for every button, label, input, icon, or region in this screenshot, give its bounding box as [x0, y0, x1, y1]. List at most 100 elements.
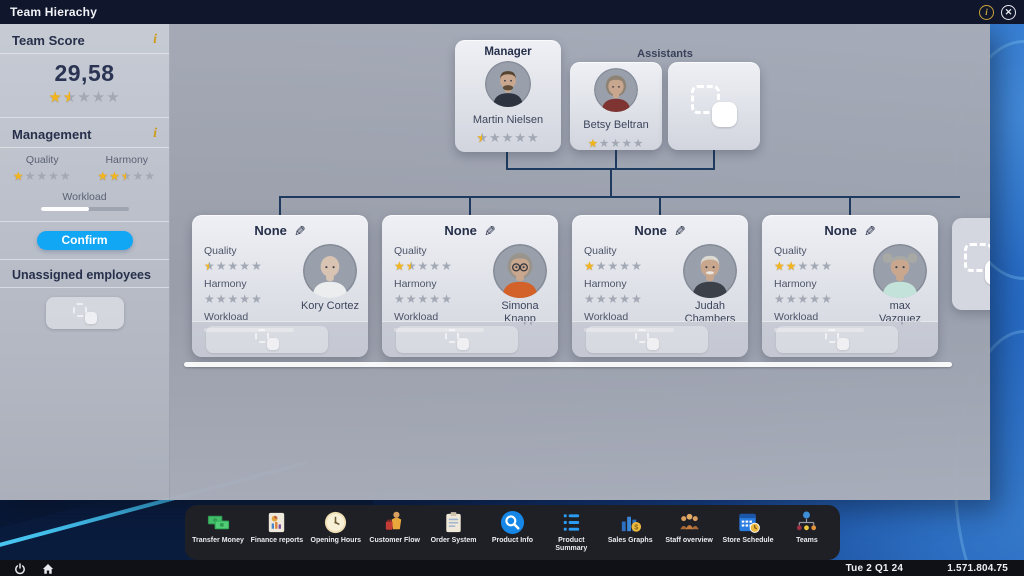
horizontal-scrollbar[interactable]: [184, 362, 952, 367]
taskbar-item-product-info[interactable]: Product Info: [483, 510, 541, 545]
employee-avatar[interactable]: [303, 244, 357, 298]
connector-line: [615, 150, 617, 169]
management-heading: Management: [12, 127, 91, 142]
team-drop-zone[interactable]: [776, 326, 898, 353]
team-card-footer: [382, 321, 558, 357]
game-date: Tue 2 Q1 24: [846, 563, 904, 574]
drag-drop-icon: [825, 329, 849, 350]
connector-line: [469, 196, 471, 215]
sales-graphs-icon: $: [618, 510, 643, 535]
quality-stars: ★★★★★★★★★★: [774, 260, 833, 272]
team-hierarchy-panel: Team Score i 29,58 ★★★★★★★★★★ Management…: [0, 24, 990, 500]
new-team-drop-slot[interactable]: [952, 218, 990, 310]
taskbar-item-transfer-money[interactable]: Transfer Money: [189, 510, 247, 545]
harmony-stars: ★★★★★★★★★★: [774, 293, 833, 305]
employee-avatar[interactable]: [493, 244, 547, 298]
edit-team-name-icon[interactable]: ✎: [484, 224, 496, 238]
connector-line: [849, 196, 851, 215]
unassigned-drop-zone[interactable]: [46, 297, 124, 329]
unassigned-heading: Unassigned employees: [12, 268, 151, 282]
drag-drop-icon: [73, 303, 97, 324]
taskbar-item-opening-hours[interactable]: Opening Hours: [307, 510, 365, 545]
harmony-label: Harmony: [394, 278, 490, 290]
team-score-value: 29,58: [0, 60, 169, 87]
assistant-avatar[interactable]: [594, 68, 638, 112]
team-drop-zone[interactable]: [206, 326, 328, 353]
employee-avatar[interactable]: [873, 244, 927, 298]
quality-stars: ★★★★★★★★★★: [13, 170, 72, 182]
team-name: None: [824, 223, 857, 238]
assistant-card[interactable]: Betsy Beltran ★★★★★★★★★★: [570, 62, 662, 150]
harmony-stars: ★★★★★★★★★★: [204, 293, 263, 305]
taskbar-item-teams[interactable]: Teams: [778, 510, 836, 545]
team-name: None: [254, 223, 287, 238]
info-icon[interactable]: i: [979, 5, 994, 20]
manager-stars: ★★★★★★★★★★: [476, 131, 539, 144]
taskbar-item-store-schedule[interactable]: Store Schedule: [719, 510, 777, 545]
team-score-section: Team Score i 29,58 ★★★★★★★★★★: [0, 24, 169, 118]
team-name: None: [444, 223, 477, 238]
close-icon[interactable]: ✕: [1001, 5, 1016, 20]
assistant-empty-slot[interactable]: [668, 62, 760, 150]
manager-card[interactable]: Manager Martin Nielsen ★★★★★★★★★★: [455, 40, 561, 152]
management-info-icon[interactable]: i: [153, 126, 157, 142]
drag-drop-icon: [635, 329, 659, 350]
os-statusbar: Tue 2 Q1 24 1.571.804.75: [0, 560, 1024, 576]
drag-drop-icon: [445, 329, 469, 350]
money-balance: 1.571.804.75: [947, 563, 1008, 574]
connector-line: [659, 196, 661, 215]
finance-reports-icon: [264, 510, 289, 535]
drag-drop-icon: [691, 85, 737, 127]
taskbar-item-customer-flow[interactable]: Customer Flow: [366, 510, 424, 545]
staff-overview-icon: [677, 510, 702, 535]
unassigned-section: Unassigned employees: [0, 260, 169, 329]
quality-label: Quality: [0, 154, 85, 166]
quality-stars: ★★★★★★★★★★: [584, 260, 643, 272]
confirm-section: Confirm: [0, 222, 169, 260]
sidebar: Team Score i 29,58 ★★★★★★★★★★ Management…: [0, 24, 170, 500]
teams-icon: [794, 510, 819, 535]
manager-name: Martin Nielsen: [455, 114, 561, 127]
connector-line: [279, 196, 960, 198]
taskbar-item-product-summary[interactable]: Product Summary: [542, 510, 600, 554]
quality-label: Quality: [584, 245, 680, 257]
org-chart-area: Manager Martin Nielsen ★★★★★★★★★★ Assist…: [170, 24, 990, 500]
edit-team-name-icon[interactable]: ✎: [864, 224, 876, 238]
management-section: Management i Quality ★★★★★★★★★★ Harmony …: [0, 118, 169, 222]
team-score-info-icon[interactable]: i: [153, 32, 157, 48]
home-icon[interactable]: [42, 562, 54, 574]
team-card[interactable]: None ✎ Quality ★★★★★★★★★★ Harmony ★★★★★★…: [572, 215, 748, 357]
drag-drop-icon: [255, 329, 279, 350]
confirm-button[interactable]: Confirm: [37, 231, 133, 250]
team-name: None: [634, 223, 667, 238]
edit-team-name-icon[interactable]: ✎: [674, 224, 686, 238]
employee-name: Kory Cortez: [301, 300, 359, 313]
customer-flow-icon: [382, 510, 407, 535]
team-card[interactable]: None ✎ Quality ★★★★★★★★★★ Harmony ★★★★★★…: [382, 215, 558, 357]
team-drop-zone[interactable]: [586, 326, 708, 353]
harmony-stars: ★★★★★★★★★★: [394, 293, 453, 305]
assistant-name: Betsy Beltran: [570, 119, 662, 132]
svg-text:$: $: [634, 522, 638, 531]
edit-team-name-icon[interactable]: ✎: [294, 224, 306, 238]
order-system-icon: [441, 510, 466, 535]
team-drop-zone[interactable]: [396, 326, 518, 353]
harmony-label: Harmony: [584, 278, 680, 290]
assistants-label: Assistants: [570, 48, 760, 60]
assistant-stars: ★★★★★★★★★★: [588, 139, 645, 151]
power-icon[interactable]: [14, 562, 26, 574]
team-card[interactable]: None ✎ Quality ★★★★★★★★★★ Harmony ★★★★★★…: [192, 215, 368, 357]
quality-label: Quality: [204, 245, 300, 257]
taskbar-item-finance-reports[interactable]: Finance reports: [248, 510, 306, 545]
desktop: Team Hierachy i ✕ Team Score i 29,58 ★★★…: [0, 0, 1024, 576]
taskbar-item-sales-graphs[interactable]: $ Sales Graphs: [601, 510, 659, 545]
transfer-money-icon: [206, 510, 231, 535]
team-card[interactable]: None ✎ Quality ★★★★★★★★★★ Harmony ★★★★★★…: [762, 215, 938, 357]
taskbar-dock: Transfer Money Finance reports Opening H…: [185, 505, 840, 560]
workload-bar: [41, 207, 129, 211]
employee-avatar[interactable]: [683, 244, 737, 298]
manager-role-label: Manager: [455, 40, 561, 58]
taskbar-item-staff-overview[interactable]: Staff overview: [660, 510, 718, 545]
manager-avatar[interactable]: [485, 61, 531, 107]
taskbar-item-order-system[interactable]: Order System: [425, 510, 483, 545]
